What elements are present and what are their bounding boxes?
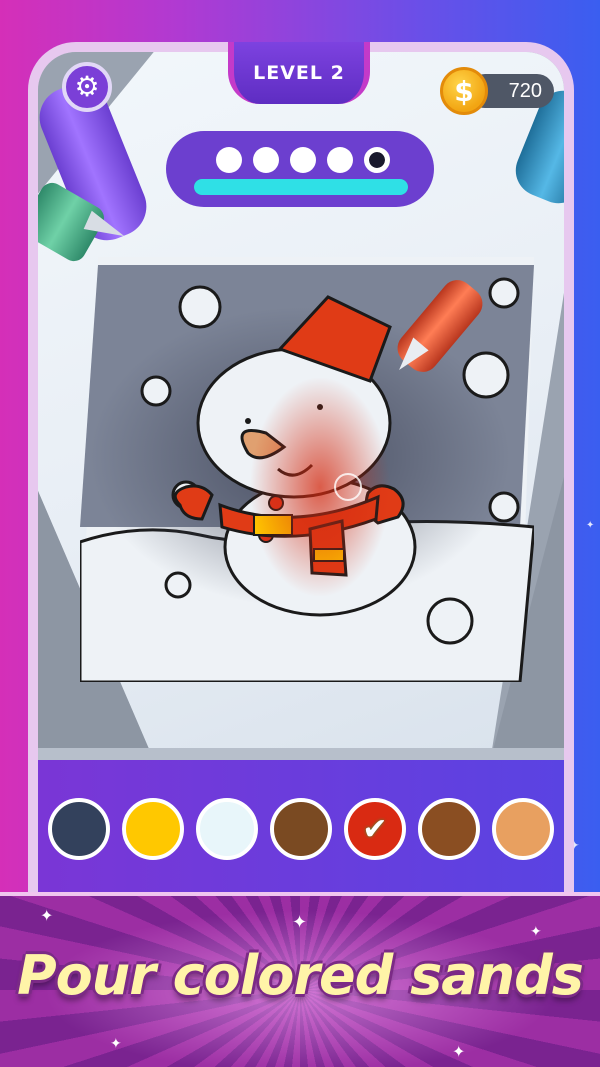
sparkle-icon: ✦: [452, 1042, 466, 1061]
level-badge: LEVEL 2: [228, 42, 370, 104]
color-palette: ✔: [38, 760, 564, 892]
banner-text: Pour colored sands: [17, 944, 584, 1007]
snowflake: [426, 597, 474, 645]
snowflake: [488, 277, 520, 309]
color-swatch-dark-orange[interactable]: [418, 798, 480, 860]
poured-sand: [250, 377, 390, 597]
step-dot-current: [364, 147, 390, 173]
color-swatch-white[interactable]: [196, 798, 258, 860]
snowflake: [178, 285, 222, 329]
promo-banner: ✦ ✦ ✦ ✦ ✦ Pour colored sands: [0, 892, 600, 1067]
sparkle-icon: ✦: [110, 1036, 122, 1052]
sparkle-icon: ✦: [586, 520, 595, 531]
sparkle-icon: ✦: [530, 924, 542, 940]
color-swatch-red-selected[interactable]: ✔: [344, 798, 406, 860]
level-progress: [166, 131, 434, 207]
step-dot: [216, 147, 242, 173]
step-dots: [216, 147, 390, 173]
snowflake: [164, 571, 192, 599]
color-swatch-tan[interactable]: [492, 798, 554, 860]
color-swatch-brown[interactable]: [270, 798, 332, 860]
step-dot: [290, 147, 316, 173]
coin-symbol: $: [454, 74, 474, 108]
coin-icon: $: [440, 67, 488, 115]
gear-icon: ⚙: [74, 70, 100, 103]
color-swatch-navy[interactable]: [48, 798, 110, 860]
coin-amount: 720: [508, 79, 542, 102]
table-edge: [38, 748, 564, 760]
settings-button[interactable]: ⚙: [62, 62, 112, 112]
color-swatch-yellow[interactable]: [122, 798, 184, 860]
progress-bar: [194, 179, 408, 195]
snowflake: [488, 491, 520, 523]
progress-fill: [194, 179, 408, 195]
sparkle-icon: ✦: [292, 912, 308, 933]
step-dot: [253, 147, 279, 173]
level-label: LEVEL 2: [253, 62, 345, 84]
snowflake: [140, 375, 172, 407]
check-icon: ✔: [362, 811, 388, 847]
snowflake: [462, 351, 510, 399]
eye: [245, 418, 251, 424]
sparkle-icon: ✦: [40, 906, 54, 925]
step-dot: [327, 147, 353, 173]
